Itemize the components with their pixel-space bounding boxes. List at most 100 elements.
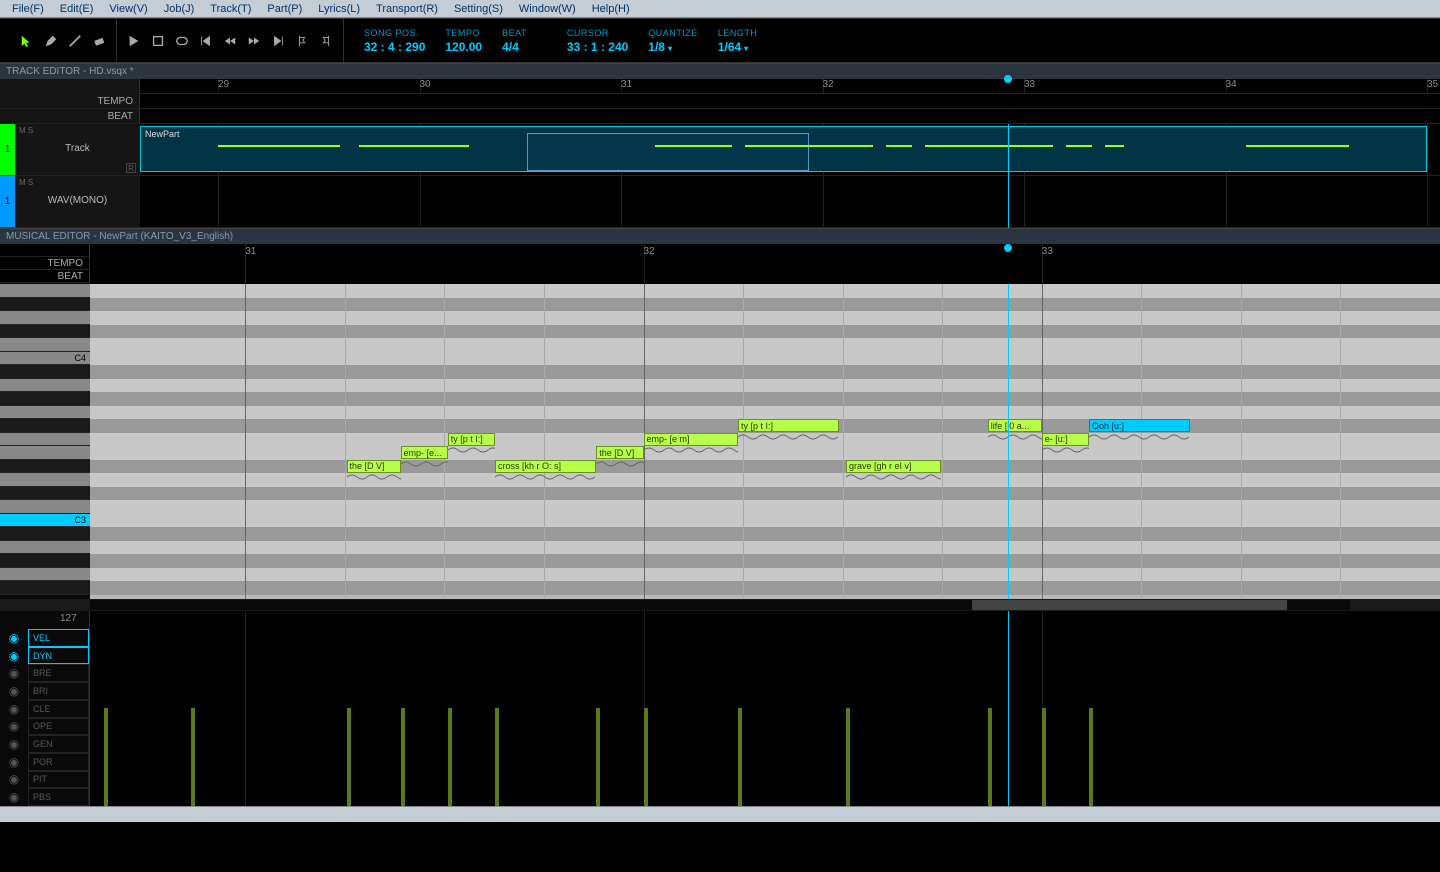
quantize-value[interactable]: 1/8 [648, 40, 698, 54]
param-bar[interactable] [495, 708, 499, 806]
piano-key[interactable] [0, 392, 90, 406]
param-label-bri[interactable]: BRI [28, 682, 89, 700]
piano-key[interactable] [0, 338, 90, 352]
param-bar[interactable] [988, 708, 992, 806]
track-number[interactable]: 1 [0, 176, 15, 227]
line-tool-icon[interactable] [66, 32, 84, 50]
param-bar[interactable] [644, 708, 648, 806]
track-ruler[interactable]: 29303132333435 [140, 79, 1440, 93]
piano-key[interactable] [0, 473, 90, 487]
tracks-content[interactable]: NewPart [140, 124, 1440, 228]
track-mute-solo[interactable]: M S [19, 126, 136, 135]
track-part[interactable]: NewPart [140, 126, 1427, 172]
menu-edit[interactable]: Edit(E) [52, 1, 102, 17]
marker-end-icon[interactable] [317, 32, 335, 50]
pointer-tool-icon[interactable] [18, 32, 36, 50]
skip-start-icon[interactable] [197, 32, 215, 50]
tempo-row[interactable] [140, 94, 1440, 108]
pencil-tool-icon[interactable] [42, 32, 60, 50]
param-toggle-icon[interactable]: ◉ [0, 753, 28, 771]
param-toggle-icon[interactable]: ◉ [0, 629, 28, 647]
param-label-dyn[interactable]: DYN [28, 647, 89, 665]
note[interactable]: the [D V] [347, 460, 401, 473]
track-mute-solo[interactable]: M S [19, 178, 136, 187]
window-scrollbar[interactable] [0, 806, 1440, 822]
param-toggle-icon[interactable]: ◉ [0, 771, 28, 789]
song-pos-value[interactable]: 32 : 4 : 290 [364, 40, 425, 54]
track-header[interactable]: 1M STrackR [0, 124, 140, 176]
param-bar[interactable] [738, 708, 742, 806]
param-bar[interactable] [191, 708, 195, 806]
piano-key[interactable] [0, 460, 90, 474]
piano-key[interactable] [0, 325, 90, 339]
param-toggle-icon[interactable]: ◉ [0, 735, 28, 753]
rewind-icon[interactable] [221, 32, 239, 50]
menu-part[interactable]: Part(P) [259, 1, 310, 17]
menu-window[interactable]: Window(W) [511, 1, 584, 17]
track-lane[interactable]: NewPart [140, 124, 1440, 176]
param-toggle-icon[interactable]: ◉ [0, 718, 28, 736]
param-bar[interactable] [596, 708, 600, 806]
piano-key[interactable] [0, 568, 90, 582]
param-label-pit[interactable]: PIT [28, 771, 89, 789]
menu-job[interactable]: Job(J) [156, 1, 203, 17]
menu-file[interactable]: File(F) [4, 1, 52, 17]
beat-row[interactable] [140, 109, 1440, 123]
menu-setting[interactable]: Setting(S) [446, 1, 511, 17]
length-value[interactable]: 1/64 [718, 40, 758, 54]
param-toggle-icon[interactable]: ◉ [0, 647, 28, 665]
note[interactable]: emp- [e... [401, 446, 448, 459]
note[interactable]: e- [u:] [1042, 433, 1089, 446]
param-label-por[interactable]: POR [28, 753, 89, 771]
note[interactable]: emp- [e m] [644, 433, 739, 446]
param-bar[interactable] [104, 708, 108, 806]
param-bar[interactable] [347, 708, 351, 806]
forward-icon[interactable] [245, 32, 263, 50]
piano-key[interactable] [0, 419, 90, 433]
playhead[interactable] [1008, 124, 1009, 228]
tempo-value[interactable]: 120.00 [445, 40, 482, 54]
param-label-cle[interactable]: CLE [28, 700, 89, 718]
skip-end-icon[interactable] [269, 32, 287, 50]
note[interactable]: ty [p t I:] [738, 419, 839, 432]
beat-value[interactable]: 4/4 [502, 40, 527, 54]
piano-key[interactable] [0, 433, 90, 447]
note[interactable]: life [l0 a... [988, 419, 1042, 432]
menu-lyrics[interactable]: Lyrics(L) [310, 1, 368, 17]
piano-key[interactable] [0, 487, 90, 501]
piano-key[interactable] [0, 379, 90, 393]
param-bar[interactable] [401, 708, 405, 806]
param-label-bre[interactable]: BRE [28, 664, 89, 682]
param-label-ope[interactable]: OPE [28, 718, 89, 736]
menu-track[interactable]: Track(T) [202, 1, 259, 17]
note[interactable]: the [D V] [596, 446, 643, 459]
piano-key[interactable] [0, 554, 90, 568]
piano-key[interactable] [0, 581, 90, 595]
piano-roll-grid[interactable]: the [D V]emp- [e...ty [p t I:]cross [kh … [90, 284, 1440, 599]
piano-key[interactable]: C4 [0, 352, 90, 366]
cursor-value[interactable]: 33 : 1 : 240 [567, 40, 628, 54]
piano-key[interactable] [0, 500, 90, 514]
param-toggle-icon[interactable]: ◉ [0, 700, 28, 718]
note[interactable]: Ooh [u:] [1089, 419, 1190, 432]
piano-key[interactable] [0, 446, 90, 460]
param-bar[interactable] [846, 708, 850, 806]
menu-help[interactable]: Help(H) [584, 1, 638, 17]
track-header[interactable]: 1M SWAV(MONO) [0, 176, 140, 228]
piano-key[interactable]: C3 [0, 514, 90, 528]
menu-view[interactable]: View(V) [101, 1, 155, 17]
piano-key[interactable] [0, 298, 90, 312]
loop-icon[interactable] [173, 32, 191, 50]
track-record-icon[interactable]: R [126, 163, 136, 173]
param-toggle-icon[interactable]: ◉ [0, 788, 28, 806]
me-ruler[interactable]: 313233 [90, 244, 1440, 284]
param-bar[interactable] [448, 708, 452, 806]
menu-transport[interactable]: Transport(R) [368, 1, 446, 17]
param-bar[interactable] [1089, 708, 1093, 806]
marker-start-icon[interactable] [293, 32, 311, 50]
stop-icon[interactable] [149, 32, 167, 50]
piano-keys[interactable]: C4 C3 [0, 284, 90, 599]
note[interactable]: cross [kh r O: s] [495, 460, 596, 473]
param-label-pbs[interactable]: PBS [28, 788, 89, 806]
piano-roll-scrollbar[interactable] [0, 599, 1440, 611]
